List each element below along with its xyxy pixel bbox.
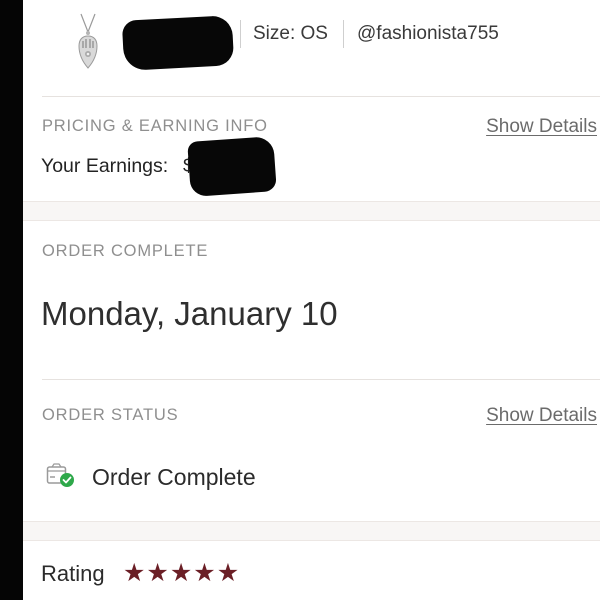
- earnings-label: Your Earnings:: [41, 155, 169, 177]
- divider-vertical: [343, 20, 344, 48]
- status-show-details-link[interactable]: Show Details: [486, 405, 597, 427]
- seller-username-link[interactable]: @fashionista755: [357, 23, 499, 45]
- order-detail-page: 00 Size: OS @fashionista755 PRICING & EA…: [23, 0, 600, 600]
- size-label: Size: OS: [253, 23, 328, 44]
- order-complete-title: ORDER COMPLETE: [42, 242, 209, 260]
- divider-vertical: [240, 20, 241, 48]
- redaction-mark: [121, 15, 235, 71]
- star-icon: ★: [123, 559, 146, 587]
- star-icon: ★: [169, 559, 193, 587]
- star-icon: ★: [193, 559, 216, 587]
- rating-stars: ★ ★ ★ ★ ★: [123, 558, 239, 588]
- section-divider: [42, 96, 600, 97]
- order-status-title: ORDER STATUS: [42, 406, 179, 424]
- section-separator: [23, 521, 600, 541]
- order-status-text: Order Complete: [92, 464, 256, 490]
- rating-label: Rating: [41, 561, 105, 586]
- pricing-show-details-link[interactable]: Show Details: [486, 116, 597, 138]
- hamsa-necklace-icon: [78, 13, 98, 69]
- package-check-icon: [46, 463, 74, 487]
- order-complete-date: Monday, January 10: [41, 295, 338, 332]
- pricing-section-title: PRICING & EARNING INFO: [42, 117, 268, 135]
- left-black-bar: [0, 0, 23, 600]
- section-divider: [42, 379, 600, 380]
- star-icon: ★: [216, 559, 240, 587]
- star-icon: ★: [146, 559, 169, 587]
- redaction-mark: [187, 136, 277, 197]
- section-separator: [23, 201, 600, 221]
- product-summary[interactable]: 00 Size: OS @fashionista755: [23, 0, 600, 96]
